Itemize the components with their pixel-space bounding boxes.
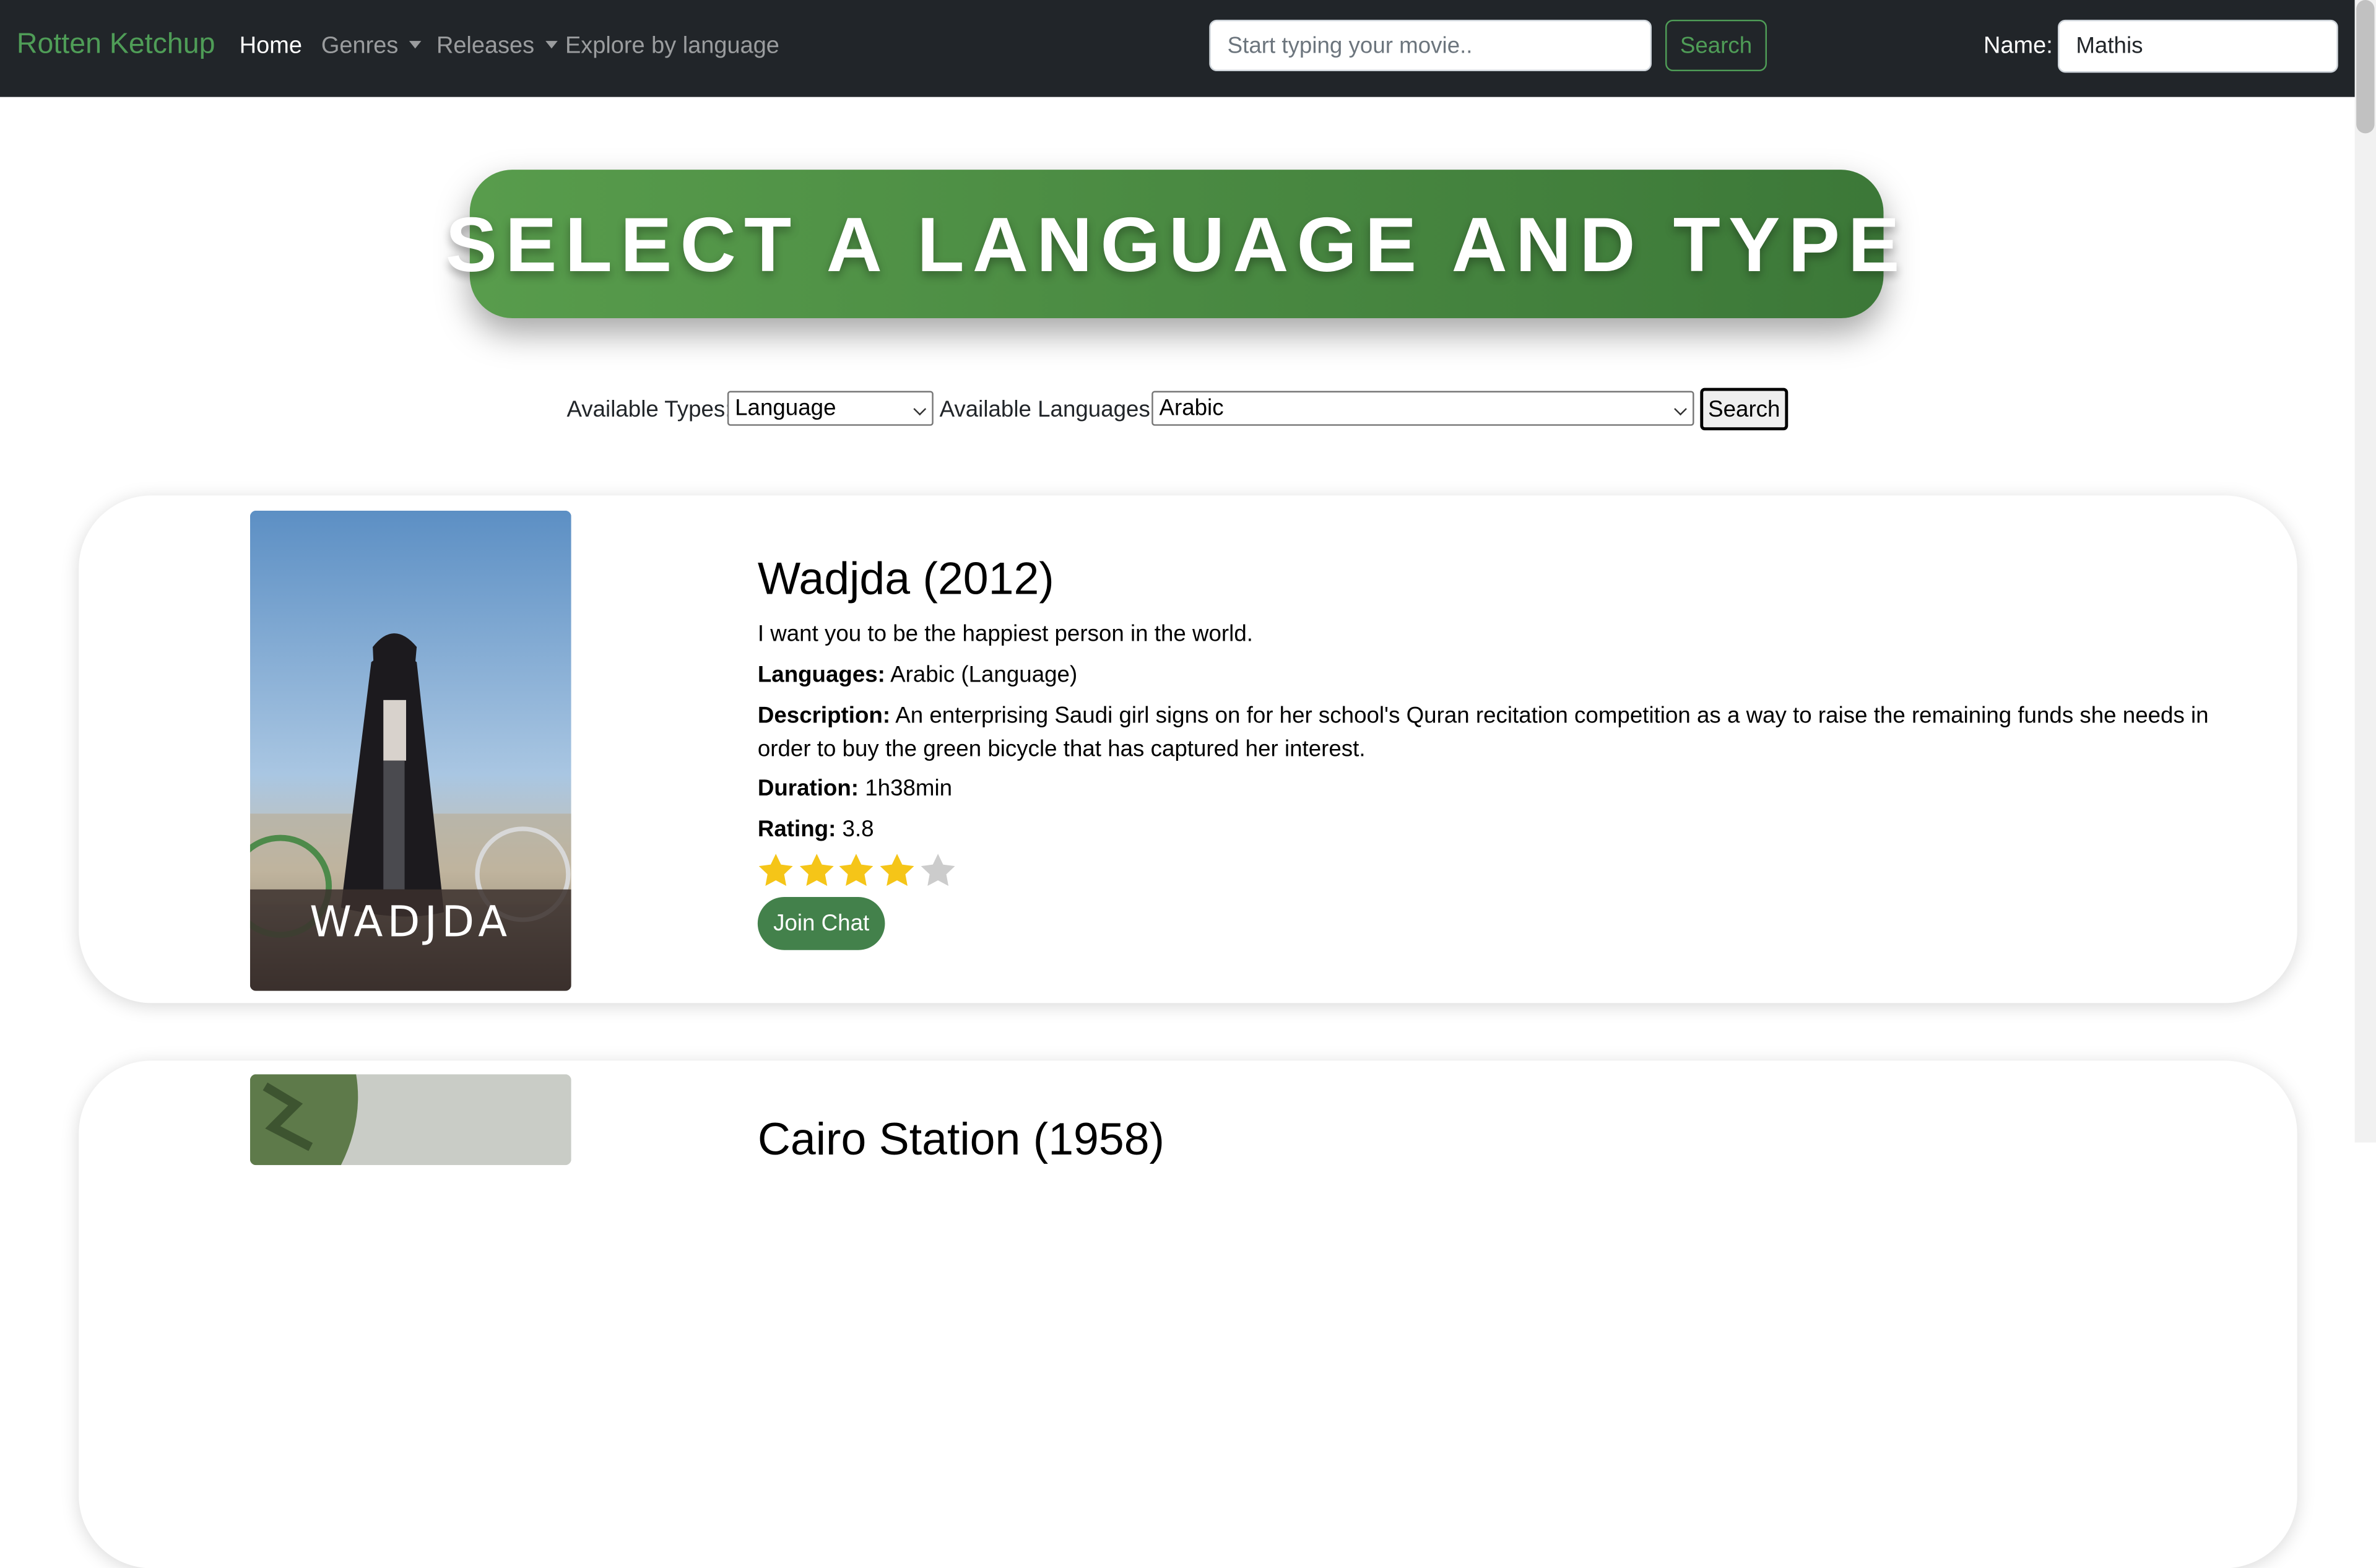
scrollbar-track[interactable] <box>2354 0 2376 1143</box>
movie-poster: WADJDA <box>249 510 571 991</box>
star-filled-icon <box>880 854 914 886</box>
filter-search-button[interactable]: Search <box>1700 388 1789 431</box>
rating-value: 3.8 <box>842 816 874 842</box>
banner: SELECT A LANGUAGE AND TYPE <box>446 170 1899 319</box>
types-select[interactable]: Language <box>727 391 934 426</box>
languages-field-label: Languages: <box>757 662 885 688</box>
nav-genres-dropdown[interactable]: Genres <box>321 33 422 61</box>
chevron-down-icon <box>1674 402 1687 416</box>
navbar: Rotten Ketchup Home Genres Releases Expl… <box>0 0 2355 97</box>
nav-releases-dropdown[interactable]: Releases <box>436 33 557 61</box>
movie-languages: Languages: Arabic (Language) <box>758 662 1077 688</box>
types-select-value: Language <box>735 395 836 422</box>
nav-home-link[interactable]: Home <box>240 33 302 61</box>
types-label: Available Types: <box>566 397 732 423</box>
description-field-label: Description: <box>757 703 891 729</box>
caret-down-icon <box>409 41 422 49</box>
rating-field-label: Rating: <box>757 816 836 842</box>
brand-link[interactable]: Rotten Ketchup <box>17 29 215 63</box>
star-filled-icon <box>758 854 793 886</box>
star-empty-icon <box>921 854 955 886</box>
movie-tagline: I want you to be the happiest person in … <box>757 621 1253 648</box>
languages-select-value: Arabic <box>1159 395 1224 422</box>
duration-field-label: Duration: <box>757 776 859 802</box>
duration-value: 1h38min <box>865 776 953 802</box>
movie-poster <box>249 1074 571 1166</box>
nav-releases-label: Releases <box>436 33 535 59</box>
chevron-down-icon <box>913 402 927 416</box>
scrollbar-thumb[interactable] <box>2356 0 2375 134</box>
poster-title: WADJDA <box>310 897 512 947</box>
name-label: Name: <box>1984 33 2053 59</box>
join-chat-button[interactable]: Join Chat <box>757 897 885 950</box>
page-root: Rotten Ketchup Home Genres Releases Expl… <box>0 0 2376 1568</box>
movie-description: Description: An enterprising Saudi girl … <box>758 700 2267 767</box>
star-filled-icon <box>799 854 833 886</box>
description-value: An enterprising Saudi girl signs on for … <box>757 703 2209 763</box>
poster-image <box>249 1074 571 1166</box>
nav-explore-link[interactable]: Explore by language <box>565 33 779 61</box>
nav-genres-label: Genres <box>321 33 399 59</box>
star-rating <box>756 852 958 888</box>
movie-title: Wadjda (2012) <box>757 554 1054 605</box>
movie-duration: Duration: 1h38min <box>758 776 952 802</box>
movie-title: Cairo Station (1958) <box>757 1115 1165 1166</box>
caret-down-icon <box>545 41 557 49</box>
movie-search-input[interactable] <box>1209 19 1652 72</box>
name-input[interactable] <box>2057 19 2338 73</box>
languages-select[interactable]: Arabic <box>1151 391 1694 426</box>
languages-value: Arabic (Language) <box>890 662 1078 688</box>
star-filled-icon <box>839 854 874 886</box>
banner-title: SELECT A LANGUAGE AND TYPE <box>445 201 1908 287</box>
nav-search-button[interactable]: Search <box>1665 19 1767 72</box>
languages-label: Available Languages: <box>939 397 1157 423</box>
movie-rating: Rating: 3.8 <box>758 816 874 842</box>
